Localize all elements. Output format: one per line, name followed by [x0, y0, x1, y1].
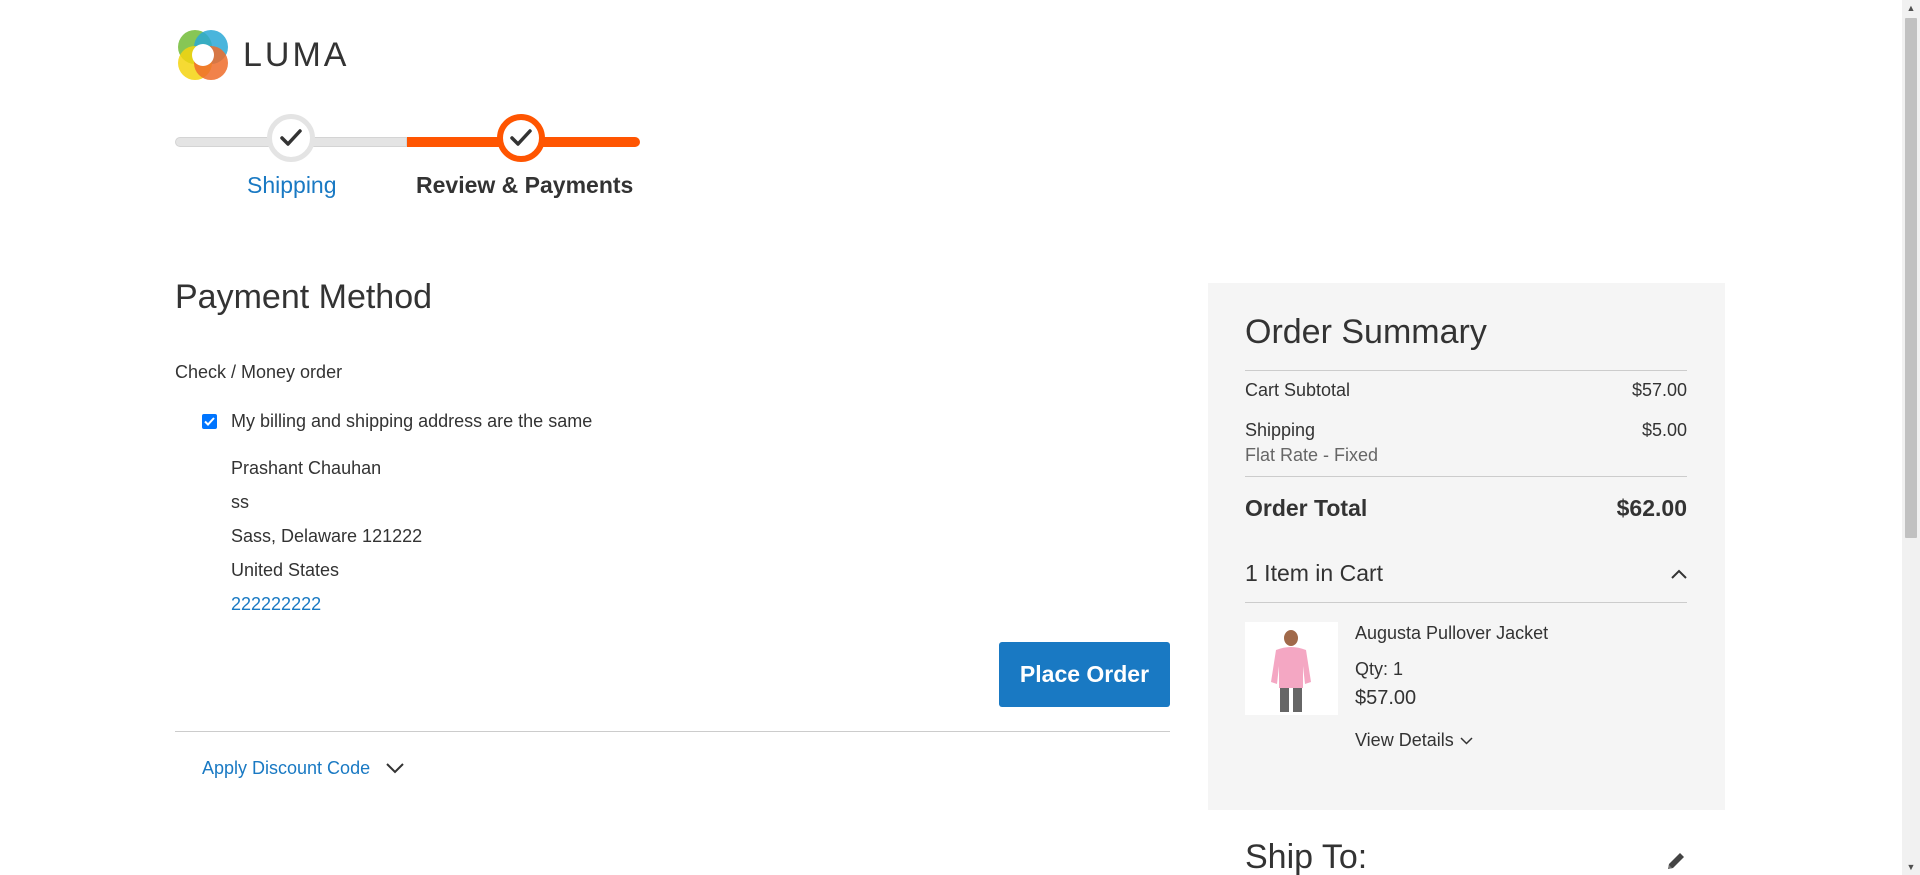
- step-shipping-link[interactable]: Shipping: [247, 172, 337, 199]
- pencil-edit-icon[interactable]: [1665, 850, 1687, 875]
- scrollbar-thumb[interactable]: [1905, 18, 1917, 538]
- divider: [1245, 602, 1687, 603]
- address-phone-link[interactable]: 222222222: [231, 587, 422, 621]
- place-order-button[interactable]: Place Order: [999, 642, 1170, 707]
- payment-method-name[interactable]: Check / Money order: [175, 362, 342, 383]
- checkout-progress-bar: Shipping Review & Payments: [175, 110, 640, 210]
- cart-subtotal-value: $57.00: [1631, 380, 1687, 400]
- billing-same-checkbox[interactable]: [202, 414, 217, 429]
- order-total-row: Order Total $62.00: [1245, 495, 1687, 522]
- product-price: $57.00: [1355, 687, 1417, 709]
- apply-discount-label[interactable]: Apply Discount Code: [202, 758, 370, 779]
- product-thumbnail: [1245, 622, 1338, 715]
- logo-text: LUMA: [243, 35, 350, 74]
- shipping-method: Flat Rate - Fixed: [1245, 445, 1379, 465]
- items-in-cart-label[interactable]: 1 Item in Cart: [1245, 560, 1383, 587]
- address-street: ss: [231, 492, 249, 512]
- address-name: Prashant Chauhan: [231, 458, 382, 478]
- order-summary-panel: Order Summary Cart Subtotal $57.00 Shipp…: [1208, 283, 1725, 810]
- ship-to-title: Ship To:: [1245, 838, 1368, 875]
- shipping-row: Shipping $5.00: [1245, 420, 1687, 441]
- view-details-label[interactable]: View Details: [1355, 730, 1454, 751]
- chevron-down-icon[interactable]: [386, 763, 404, 774]
- page-scrollbar[interactable]: ▲ ▼: [1902, 0, 1920, 875]
- shipping-step-check-icon[interactable]: [267, 114, 315, 162]
- cart-subtotal-row: Cart Subtotal $57.00: [1245, 380, 1687, 401]
- cart-subtotal-label: Cart Subtotal: [1245, 380, 1351, 400]
- billing-address: Prashant Chauhan ss Sass, Delaware 12122…: [231, 451, 422, 621]
- luma-logo-icon: [175, 27, 231, 83]
- address-city-line: Sass, Delaware 121222: [231, 526, 423, 546]
- shipping-value: $5.00: [1641, 420, 1687, 440]
- scroll-up-arrow-icon[interactable]: ▲: [1902, 0, 1920, 16]
- address-country: United States: [231, 560, 340, 580]
- luma-logo[interactable]: LUMA: [175, 27, 349, 83]
- divider: [1245, 476, 1687, 477]
- product-qty: Qty: 1: [1355, 659, 1404, 679]
- step-review-payments: Review & Payments: [416, 172, 634, 198]
- scroll-down-arrow-icon[interactable]: ▼: [1902, 859, 1920, 875]
- order-total-label: Order Total: [1245, 495, 1368, 521]
- order-total-value: $62.00: [1616, 495, 1687, 521]
- chevron-up-icon[interactable]: [1671, 569, 1687, 579]
- divider: [175, 731, 1170, 732]
- view-details-toggle[interactable]: View Details: [1355, 730, 1473, 751]
- shipping-label: Shipping: [1245, 420, 1316, 440]
- payment-method-title: Payment Method: [175, 278, 433, 316]
- review-step-check-icon: [497, 114, 545, 162]
- divider: [1245, 370, 1687, 371]
- billing-same-as-shipping[interactable]: My billing and shipping address are the …: [202, 411, 592, 432]
- order-summary-title: Order Summary: [1245, 313, 1487, 351]
- items-in-cart-toggle[interactable]: 1 Item in Cart: [1245, 560, 1687, 587]
- apply-discount-toggle[interactable]: Apply Discount Code: [202, 758, 404, 779]
- chevron-down-icon[interactable]: [1460, 736, 1473, 745]
- billing-same-label[interactable]: My billing and shipping address are the …: [231, 411, 592, 432]
- product-name: Augusta Pullover Jacket: [1355, 623, 1549, 643]
